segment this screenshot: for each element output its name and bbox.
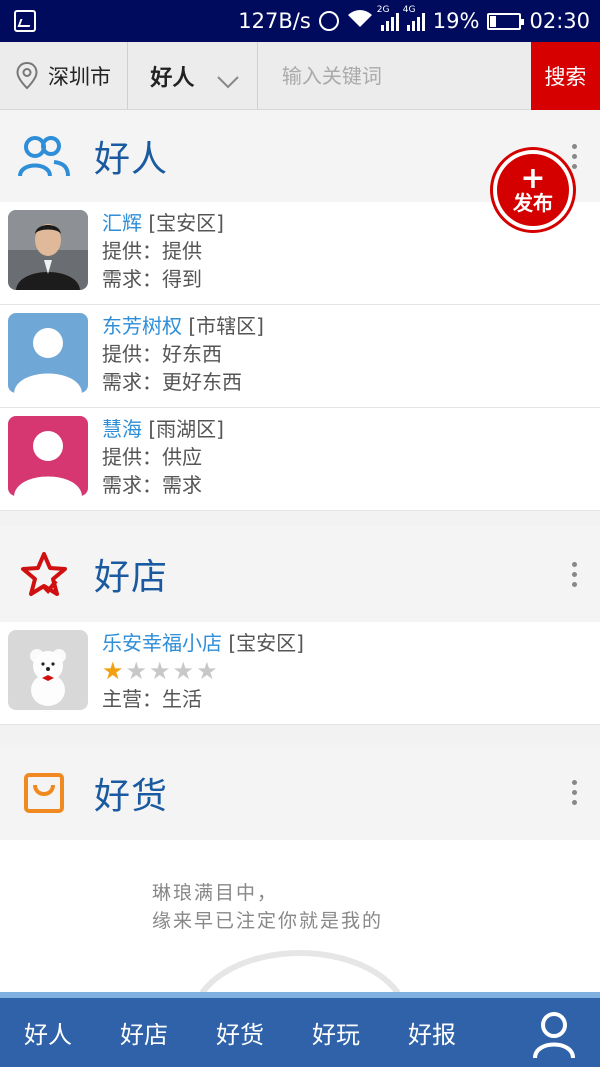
shop-name[interactable]: 乐安幸福小店 [102, 631, 222, 655]
person-name[interactable]: 慧海 [102, 417, 142, 441]
list-item[interactable]: 慧海 [雨湖区] 提供：供应 需求：需求 [0, 408, 600, 511]
more-menu-icon[interactable] [572, 143, 580, 169]
nav-tab-goods[interactable]: 好货 [192, 1015, 288, 1050]
star-filled-icon: ★ [102, 657, 124, 685]
battery-percent: 19% [432, 9, 480, 33]
default-avatar-icon [8, 416, 88, 496]
district-label: [雨湖区] [148, 417, 224, 441]
person-name[interactable]: 汇辉 [102, 211, 142, 235]
business-text: 主营：生活 [102, 687, 202, 711]
battery-icon [487, 12, 525, 30]
nav-tab-people[interactable]: 好人 [0, 1015, 96, 1050]
nav-tab-shops[interactable]: 好店 [96, 1015, 192, 1050]
nav-tab-news[interactable]: 好报 [384, 1015, 480, 1050]
avatar [8, 210, 88, 290]
category-dropdown[interactable]: 好人 [128, 42, 258, 109]
section-title-shops: 好店 [94, 557, 169, 598]
district-label: [宝安区] [148, 211, 224, 235]
district-label: [宝安区] [228, 631, 304, 655]
city-label: 深圳市 [48, 64, 111, 89]
signal-4g-icon: 4G [403, 5, 425, 31]
shopping-bag-icon [18, 767, 70, 819]
city-selector[interactable]: 深圳市 [0, 42, 129, 109]
default-avatar-icon [8, 313, 88, 393]
star-empty-icon: ★ [172, 657, 195, 685]
star-empty-icon: ★ [196, 657, 218, 685]
search-input[interactable] [257, 42, 531, 109]
location-pin-icon [16, 61, 38, 90]
publish-button[interactable]: + 发布 [493, 150, 573, 230]
rating-stars: ★ ★ ★ ★ ★ [102, 657, 304, 685]
need-text: 需求：更好东西 [102, 370, 242, 394]
clock: 02:30 [529, 9, 590, 33]
people-list: 汇辉 [宝安区] 提供：提供 需求：得到 东芳树权 [市辖区] 提供：好东西 需… [0, 202, 600, 511]
star-empty-icon: ★ [125, 657, 148, 685]
section-header-goods: 好货 [0, 745, 600, 840]
section-title-goods: 好货 [94, 775, 169, 817]
promo-banner: 琳琅满目中， 缘来早已注定你就是我的 [0, 840, 600, 1067]
need-text: 需求：得到 [102, 267, 202, 291]
list-item[interactable]: 乐安幸福小店 [宝安区] ★ ★ ★ ★ ★ 主营：生活 [0, 622, 600, 725]
more-menu-icon[interactable] [572, 780, 580, 805]
star-icon [18, 548, 70, 600]
publish-label: 发布 [513, 191, 553, 215]
offer-text: 提供：好东西 [102, 342, 222, 366]
people-icon [18, 130, 70, 182]
promo-line-1: 琳琅满目中， [152, 882, 279, 904]
category-label: 好人 [150, 65, 195, 91]
search-button[interactable]: 搜索 [530, 42, 600, 110]
district-label: [市辖区] [188, 314, 264, 338]
nav-tab-fun[interactable]: 好玩 [288, 1015, 384, 1050]
gallery-icon [14, 10, 36, 32]
shop-thumbnail [8, 630, 88, 710]
chevron-down-icon [216, 70, 240, 88]
section-header-shops: 好店 [0, 526, 600, 622]
offer-text: 提供：提供 [102, 239, 202, 263]
need-text: 需求：需求 [102, 473, 202, 497]
more-menu-icon[interactable] [572, 561, 580, 587]
signal-2g-icon: 2G [377, 5, 399, 31]
network-speed: 127B/s [238, 9, 311, 33]
person-name[interactable]: 东芳树权 [102, 314, 182, 338]
wifi-icon [347, 9, 373, 34]
section-title-people: 好人 [94, 139, 169, 180]
status-bar: 127B/s 2G 4G 19% 02:30 [0, 0, 600, 42]
offer-text: 提供：供应 [102, 445, 202, 469]
alarm-icon [318, 11, 339, 31]
star-empty-icon: ★ [149, 657, 171, 685]
bottom-nav: 好人 好店 好货 好玩 好报 [0, 992, 600, 1067]
shop-list: 乐安幸福小店 [宝安区] ★ ★ ★ ★ ★ 主营：生活 [0, 622, 600, 725]
promo-line-2: 缘来早已注定你就是我的 [152, 910, 384, 932]
plus-icon: + [520, 161, 546, 196]
list-item[interactable]: 东芳树权 [市辖区] 提供：好东西 需求：更好东西 [0, 305, 600, 408]
search-bar: 深圳市 好人 搜索 [0, 42, 600, 110]
user-profile-icon[interactable] [532, 1010, 576, 1060]
